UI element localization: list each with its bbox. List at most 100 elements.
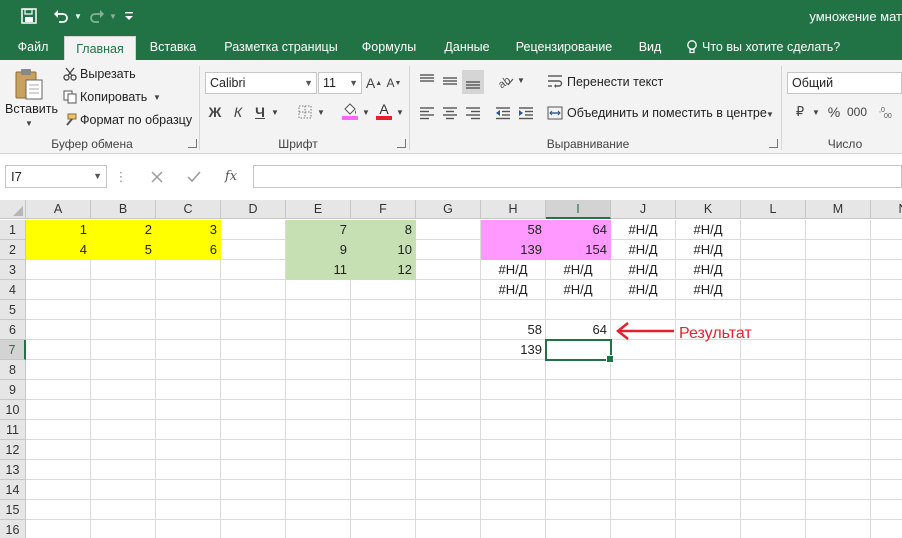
align-middle-icon[interactable]	[439, 70, 461, 92]
cell-b14[interactable]	[91, 480, 156, 500]
cell-h7[interactable]: 139	[481, 340, 546, 360]
cell-h9[interactable]	[481, 380, 546, 400]
cell-f1[interactable]: 8	[351, 220, 416, 240]
row-header-11[interactable]: 11	[0, 420, 26, 440]
cell-k4[interactable]: #Н/Д	[676, 280, 741, 300]
cell-i4[interactable]: #Н/Д	[546, 280, 611, 300]
cell-d4[interactable]	[221, 280, 286, 300]
cell-b11[interactable]	[91, 420, 156, 440]
increase-indent-icon[interactable]	[515, 102, 537, 124]
cell-l9[interactable]	[741, 380, 806, 400]
cell-g11[interactable]	[416, 420, 481, 440]
cell-j7[interactable]	[611, 340, 676, 360]
cell-e2[interactable]: 9	[286, 240, 351, 260]
cell-d9[interactable]	[221, 380, 286, 400]
cell-l3[interactable]	[741, 260, 806, 280]
tab-insert[interactable]: Вставка	[143, 34, 203, 60]
cell-b5[interactable]	[91, 300, 156, 320]
cell-a11[interactable]	[26, 420, 91, 440]
font-size-combo[interactable]: 11 ▼	[318, 72, 362, 94]
column-header-b[interactable]: B	[91, 200, 156, 219]
fill-color-dropdown-icon[interactable]: ▼	[361, 106, 371, 118]
cell-l7[interactable]	[741, 340, 806, 360]
font-color-dropdown-icon[interactable]: ▼	[395, 106, 405, 118]
cancel-icon[interactable]	[147, 167, 167, 187]
row-header-2[interactable]: 2	[0, 240, 26, 260]
paste-button[interactable]: Вставить	[5, 102, 58, 116]
spreadsheet-grid[interactable]: ABCDEFGHIJKLMN1123785864#Н/Д#Н/Д24569101…	[0, 200, 902, 538]
cell-d7[interactable]	[221, 340, 286, 360]
cell-a13[interactable]	[26, 460, 91, 480]
cell-a1[interactable]: 1	[26, 220, 91, 240]
column-header-g[interactable]: G	[416, 200, 481, 219]
cell-c8[interactable]	[156, 360, 221, 380]
cell-f14[interactable]	[351, 480, 416, 500]
row-header-16[interactable]: 16	[0, 520, 26, 538]
cell-n3[interactable]	[871, 260, 902, 280]
cell-l15[interactable]	[741, 500, 806, 520]
customize-qat-icon[interactable]	[122, 5, 136, 27]
cell-b13[interactable]	[91, 460, 156, 480]
cell-k10[interactable]	[676, 400, 741, 420]
cell-j10[interactable]	[611, 400, 676, 420]
cell-i14[interactable]	[546, 480, 611, 500]
cell-m15[interactable]	[806, 500, 871, 520]
clipboard-launcher-icon[interactable]	[188, 139, 197, 148]
cell-n8[interactable]	[871, 360, 902, 380]
cut-icon[interactable]	[62, 66, 78, 82]
cell-f2[interactable]: 10	[351, 240, 416, 260]
cell-c5[interactable]	[156, 300, 221, 320]
cell-n9[interactable]	[871, 380, 902, 400]
cell-i10[interactable]	[546, 400, 611, 420]
cell-e7[interactable]	[286, 340, 351, 360]
cell-c9[interactable]	[156, 380, 221, 400]
column-header-l[interactable]: L	[741, 200, 806, 219]
cell-h15[interactable]	[481, 500, 546, 520]
percent-format-icon[interactable]: %	[825, 102, 843, 122]
merge-center-icon[interactable]	[546, 104, 564, 122]
cell-n13[interactable]	[871, 460, 902, 480]
shrink-font-icon[interactable]: A ▼	[385, 72, 403, 94]
cell-b1[interactable]: 2	[91, 220, 156, 240]
column-header-j[interactable]: J	[611, 200, 676, 219]
cell-h16[interactable]	[481, 520, 546, 538]
cell-m9[interactable]	[806, 380, 871, 400]
cell-m16[interactable]	[806, 520, 871, 538]
cell-i12[interactable]	[546, 440, 611, 460]
cell-f13[interactable]	[351, 460, 416, 480]
cell-k8[interactable]	[676, 360, 741, 380]
cell-j13[interactable]	[611, 460, 676, 480]
alignment-launcher-icon[interactable]	[769, 139, 778, 148]
cell-e15[interactable]	[286, 500, 351, 520]
cell-n12[interactable]	[871, 440, 902, 460]
cell-c12[interactable]	[156, 440, 221, 460]
cell-k12[interactable]	[676, 440, 741, 460]
cell-a14[interactable]	[26, 480, 91, 500]
paste-icon[interactable]	[12, 66, 46, 102]
cell-g1[interactable]	[416, 220, 481, 240]
cell-b15[interactable]	[91, 500, 156, 520]
bold-button[interactable]: Ж	[206, 102, 224, 122]
cell-a3[interactable]	[26, 260, 91, 280]
cell-i9[interactable]	[546, 380, 611, 400]
cell-m12[interactable]	[806, 440, 871, 460]
cut-button[interactable]: Вырезать	[80, 67, 136, 81]
row-header-1[interactable]: 1	[0, 220, 26, 240]
cell-e9[interactable]	[286, 380, 351, 400]
italic-button[interactable]: К	[229, 102, 247, 122]
row-header-15[interactable]: 15	[0, 500, 26, 520]
row-header-12[interactable]: 12	[0, 440, 26, 460]
cell-k5[interactable]	[676, 300, 741, 320]
cell-d14[interactable]	[221, 480, 286, 500]
column-header-d[interactable]: D	[221, 200, 286, 219]
cell-g13[interactable]	[416, 460, 481, 480]
cell-j14[interactable]	[611, 480, 676, 500]
cell-a5[interactable]	[26, 300, 91, 320]
cell-d16[interactable]	[221, 520, 286, 538]
cell-n2[interactable]	[871, 240, 902, 260]
cell-b2[interactable]: 5	[91, 240, 156, 260]
cell-i13[interactable]	[546, 460, 611, 480]
cell-d3[interactable]	[221, 260, 286, 280]
select-all-button[interactable]	[0, 200, 26, 219]
cell-c10[interactable]	[156, 400, 221, 420]
